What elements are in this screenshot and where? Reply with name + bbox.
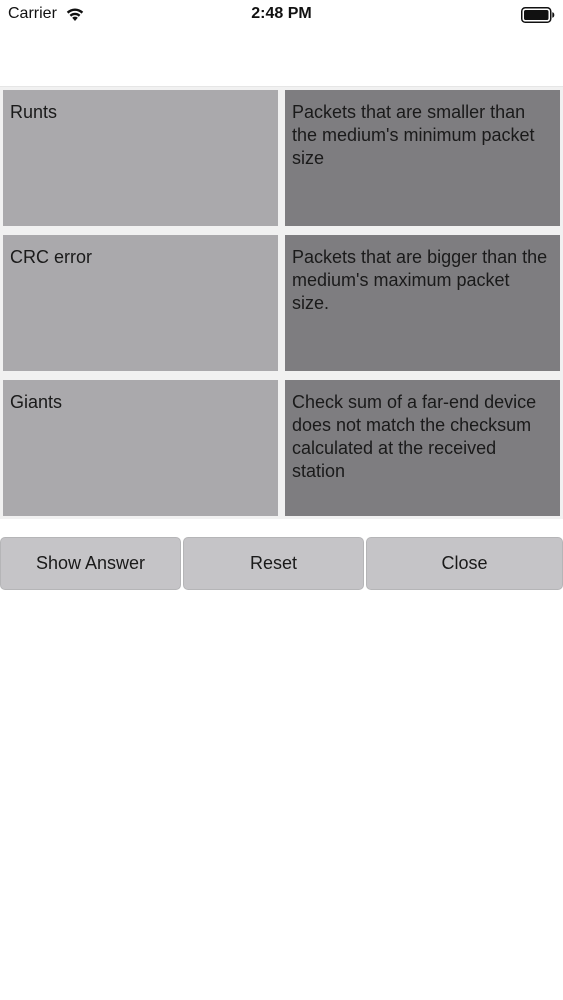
matching-grid: Runts Packets that are smaller than the …: [0, 86, 563, 519]
status-time: 2:48 PM: [251, 5, 312, 22]
term-cell[interactable]: Runts: [3, 90, 278, 226]
reset-button[interactable]: Reset: [183, 537, 364, 590]
show-answer-button[interactable]: Show Answer: [0, 537, 181, 590]
definition-cell[interactable]: Packets that are bigger than the medium'…: [285, 235, 560, 371]
battery-icon: [521, 7, 555, 23]
match-row: Runts Packets that are smaller than the …: [3, 90, 560, 226]
definition-cell[interactable]: Packets that are smaller than the medium…: [285, 90, 560, 226]
definition-cell[interactable]: Check sum of a far-end device does not m…: [285, 380, 560, 516]
term-cell[interactable]: Giants: [3, 380, 278, 516]
term-cell[interactable]: CRC error: [3, 235, 278, 371]
close-button[interactable]: Close: [366, 537, 563, 590]
match-row: Giants Check sum of a far-end device doe…: [3, 380, 560, 516]
status-bar: Carrier 2:48 PM: [0, 0, 563, 30]
match-row: CRC error Packets that are bigger than t…: [3, 235, 560, 371]
